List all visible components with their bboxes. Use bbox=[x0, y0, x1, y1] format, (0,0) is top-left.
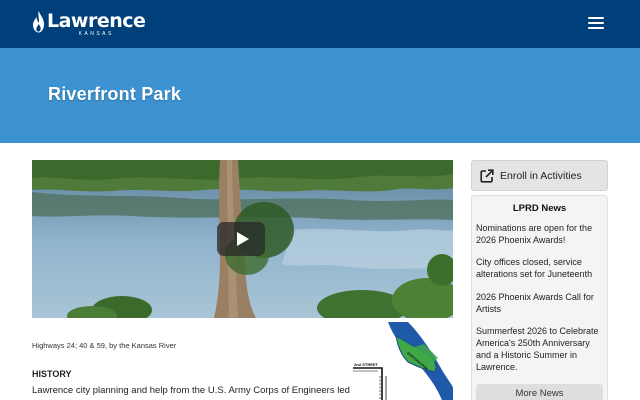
external-link-icon bbox=[480, 169, 494, 183]
play-button[interactable] bbox=[217, 222, 265, 256]
news-item[interactable]: City offices closed, service alterations… bbox=[476, 256, 604, 280]
menu-line bbox=[588, 27, 604, 29]
hero-banner: Riverfront Park bbox=[0, 48, 640, 143]
logo-subtitle: KANSAS bbox=[78, 31, 114, 37]
page-title: Riverfront Park bbox=[48, 84, 182, 104]
map-graphic: 2nd STREET BURCHAM PARK bbox=[350, 322, 453, 400]
park-video[interactable] bbox=[32, 160, 453, 318]
location-caption: Highways 24; 40 & 59, by the Kansas Rive… bbox=[32, 341, 177, 350]
lawrence-logo[interactable]: Lawrence KANSAS bbox=[32, 10, 146, 38]
news-item[interactable]: 2026 Phoenix Awards Call for Artists bbox=[476, 291, 604, 315]
hamburger-menu-icon[interactable] bbox=[588, 16, 604, 30]
history-heading: HISTORY bbox=[32, 369, 72, 379]
top-navigation-bar: Lawrence KANSAS bbox=[0, 0, 640, 48]
park-map: 2nd STREET BURCHAM PARK bbox=[350, 322, 453, 400]
lprd-news-panel: LPRD News Nominations are open for the 2… bbox=[471, 195, 608, 400]
news-title: LPRD News bbox=[512, 203, 567, 214]
news-item[interactable]: Summerfest 2026 to Celebrate America's 2… bbox=[476, 325, 604, 373]
flame-logo-icon bbox=[33, 11, 44, 33]
news-item[interactable]: Nominations are open for the 2026 Phoeni… bbox=[476, 222, 604, 246]
menu-line bbox=[588, 17, 604, 19]
logo-word: Lawrence bbox=[47, 10, 146, 32]
history-paragraph: Lawrence city planning and help from the… bbox=[32, 385, 350, 396]
play-icon bbox=[237, 232, 249, 246]
map-label: 2nd STREET bbox=[354, 362, 379, 367]
logo-text: Lawrence KANSAS bbox=[47, 10, 146, 37]
enroll-label: Enroll in Activities bbox=[500, 170, 582, 182]
menu-line bbox=[588, 22, 604, 24]
enroll-activities-button[interactable]: Enroll in Activities bbox=[471, 160, 608, 191]
more-news-button[interactable]: More News bbox=[476, 384, 603, 400]
